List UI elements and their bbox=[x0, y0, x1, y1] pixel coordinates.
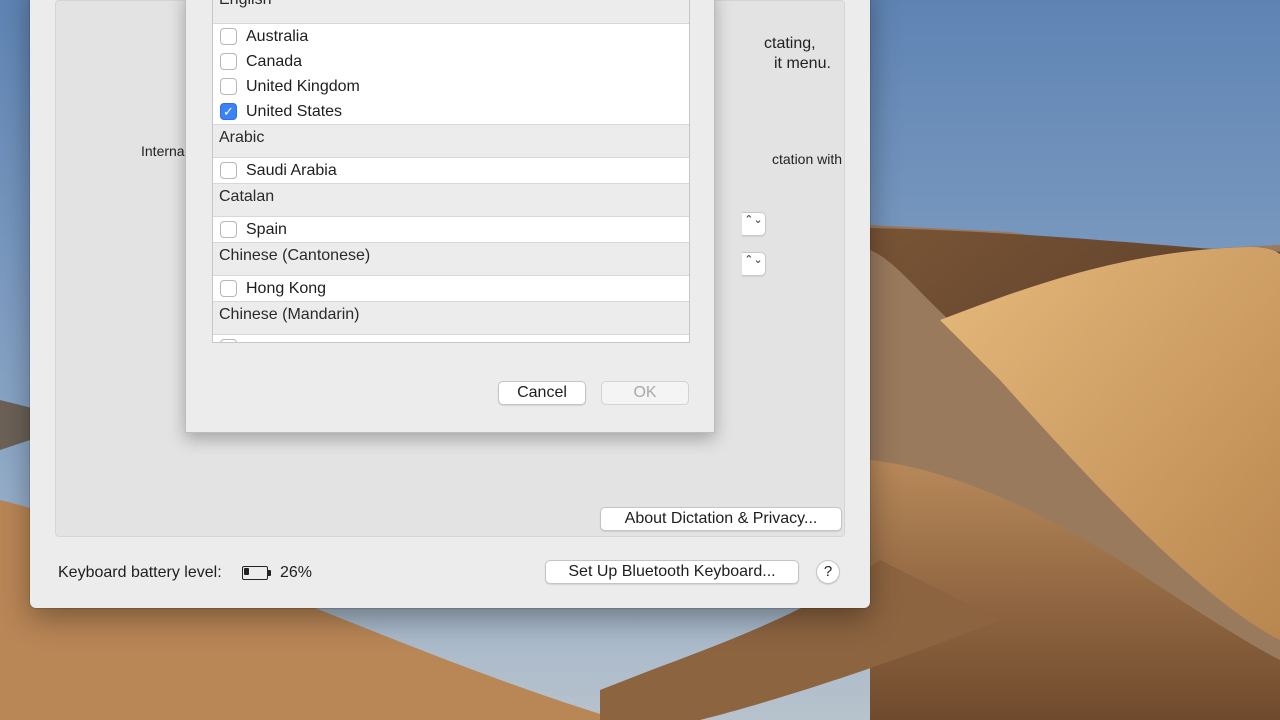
checkbox-unchecked[interactable] bbox=[220, 339, 237, 342]
setup-bluetooth-keyboard-button[interactable]: Set Up Bluetooth Keyboard... bbox=[545, 560, 799, 584]
checkbox-unchecked[interactable] bbox=[220, 28, 237, 45]
language-dialect-row[interactable]: Saudi Arabia bbox=[213, 158, 689, 183]
dictation-description: it menu. bbox=[774, 55, 831, 72]
updown-chevron-icon: ⌃⌄ bbox=[744, 214, 763, 226]
dictation-description: ctation with bbox=[772, 151, 843, 167]
language-selection-sheet: English Australia Canada United Kingdom ✓ Uni… bbox=[185, 0, 715, 433]
battery-icon bbox=[242, 566, 271, 580]
language-group-header: Arabic bbox=[213, 124, 689, 158]
battery-level-fill bbox=[244, 568, 249, 575]
language-dialect-row[interactable]: Australia bbox=[213, 24, 689, 49]
language-group-header: English bbox=[213, 0, 689, 24]
dialect-label: Canada bbox=[246, 52, 303, 70]
checkbox-unchecked[interactable] bbox=[220, 280, 237, 297]
language-dialect-row[interactable]: Hong Kong bbox=[213, 276, 689, 301]
popup-button-stepper[interactable]: ⌃⌄ bbox=[742, 252, 766, 276]
keyboard-battery-label: Keyboard battery level: bbox=[58, 564, 222, 581]
help-button[interactable]: ? bbox=[816, 560, 840, 584]
checkbox-unchecked[interactable] bbox=[220, 53, 237, 70]
checkbox-unchecked[interactable] bbox=[220, 221, 237, 238]
about-dictation-privacy-button[interactable]: About Dictation & Privacy... bbox=[600, 507, 842, 531]
updown-chevron-icon: ⌃⌄ bbox=[744, 254, 763, 266]
checkbox-unchecked[interactable] bbox=[220, 162, 237, 179]
dialect-label: United Kingdom bbox=[246, 77, 360, 95]
dialect-label: Spain bbox=[246, 220, 287, 238]
checkbox-checked[interactable]: ✓ bbox=[220, 103, 237, 120]
language-group-header: Catalan bbox=[213, 183, 689, 217]
cancel-button[interactable]: Cancel bbox=[498, 381, 586, 405]
dialect-label: Hong Kong bbox=[246, 279, 327, 297]
popup-button-stepper[interactable]: ⌃⌄ bbox=[742, 212, 766, 236]
dialect-label: United States bbox=[246, 102, 343, 120]
checkbox-unchecked[interactable] bbox=[220, 78, 237, 95]
keyboard-battery-value: 26% bbox=[280, 564, 313, 581]
dialect-label: Australia bbox=[246, 27, 309, 45]
language-dialect-row[interactable] bbox=[213, 335, 689, 342]
language-group-header: Chinese (Mandarin) bbox=[213, 301, 689, 335]
checkmark-icon: ✓ bbox=[223, 104, 234, 119]
language-group-header: Chinese (Cantonese) bbox=[213, 242, 689, 276]
language-dialect-row[interactable]: ✓ United States bbox=[213, 99, 689, 124]
ok-button[interactable]: OK bbox=[601, 381, 689, 405]
dictation-description: ctating, bbox=[764, 35, 816, 52]
language-dialect-row[interactable]: Spain bbox=[213, 217, 689, 242]
language-dialect-row[interactable]: United Kingdom bbox=[213, 74, 689, 99]
language-dialect-row[interactable]: Canada bbox=[213, 49, 689, 74]
battery-tip bbox=[268, 570, 271, 576]
dialect-label: Saudi Arabia bbox=[246, 161, 337, 179]
language-list[interactable]: English Australia Canada United Kingdom ✓ Uni… bbox=[212, 0, 690, 343]
